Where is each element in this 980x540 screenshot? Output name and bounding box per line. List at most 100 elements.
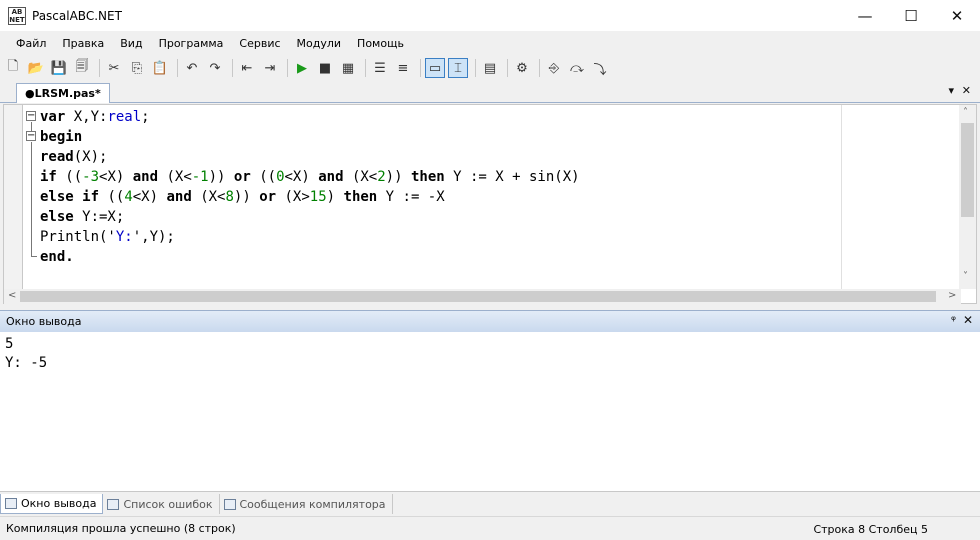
vertical-scrollbar[interactable]: ˄ ˅ (959, 105, 976, 289)
paste-icon[interactable]: 📋 (150, 58, 170, 78)
code-token: 0 (276, 169, 285, 185)
stop-icon[interactable]: ■ (315, 58, 335, 78)
comment-icon[interactable]: ☰ (370, 58, 390, 78)
code-token: Y := X + sin(X) (444, 169, 580, 185)
code-token: (X); (73, 149, 108, 165)
code-token: (( (99, 189, 125, 205)
tab-label: Список ошибок (123, 497, 213, 511)
toolbar-separator (177, 59, 178, 77)
debug-start-icon[interactable]: ⎆ (544, 58, 564, 78)
fold-toggle-icon[interactable]: − (26, 111, 36, 121)
compile-icon[interactable]: ▦ (338, 58, 358, 78)
new-file-icon[interactable]: 🗋 (3, 58, 23, 78)
tab-label: Сообщения компилятора (239, 497, 386, 511)
toolbar-separator (507, 59, 508, 77)
navigate-back-icon[interactable]: ⇤ (237, 58, 257, 78)
fold-toggle-icon[interactable]: − (26, 131, 36, 141)
open-folder-icon[interactable]: 📂 (26, 58, 46, 78)
code-token: real (107, 109, 142, 125)
menu-view[interactable]: Вид (112, 37, 150, 50)
toolbar-separator (232, 59, 233, 77)
horizontal-scrollbar[interactable]: < > (4, 289, 961, 304)
menu-file[interactable]: Файл (8, 37, 54, 50)
vertical-scroll-thumb[interactable] (961, 123, 974, 217)
cut-icon[interactable]: ✂ (104, 58, 124, 78)
code-token: <X) (284, 169, 319, 185)
code-token: X,Y: (73, 109, 108, 125)
horizontal-scroll-thumb[interactable] (20, 291, 936, 302)
menu-service[interactable]: Сервис (231, 37, 288, 50)
step-over-icon[interactable]: ⤼ (567, 58, 587, 78)
close-document-icon[interactable]: ✕ (962, 84, 971, 97)
scroll-down-icon[interactable]: ˅ (963, 271, 968, 282)
menu-edit[interactable]: Правка (54, 37, 112, 50)
code-token: (( (56, 169, 83, 185)
copy-icon[interactable]: ⎘ (127, 58, 147, 78)
code-line: read(X); (40, 147, 580, 167)
menu-modules[interactable]: Модули (289, 37, 350, 50)
menu-help[interactable]: Помощь (349, 37, 412, 50)
code-token: and (132, 169, 159, 185)
code-token: (X< (191, 189, 226, 205)
uncomment-icon[interactable]: ≡ (393, 58, 413, 78)
maximize-button[interactable]: ☐ (888, 0, 934, 31)
app-icon: AB NET (8, 6, 26, 25)
tab-error-list[interactable]: Список ошибок (103, 494, 220, 514)
code-token: Y:=X; (73, 209, 125, 225)
code-token: Y := -X (377, 189, 445, 205)
document-tab-strip: ●LRSM.pas* ▾ ✕ (0, 81, 980, 103)
output-window-icon (5, 498, 17, 509)
run-icon[interactable]: ▶ (292, 58, 312, 78)
code-line: else Y:=X; (40, 207, 580, 227)
scroll-up-icon[interactable]: ˄ (963, 107, 968, 118)
output-window-icon[interactable]: ▭ (425, 58, 445, 78)
code-token: Y: (115, 229, 133, 245)
fold-connector (31, 122, 32, 131)
pin-icon[interactable]: ᵠ (951, 313, 956, 327)
code-token: (X< (158, 169, 192, 185)
code-line: Println('Y:',Y); (40, 227, 580, 247)
scroll-right-icon[interactable]: > (948, 290, 956, 301)
tab-output-window[interactable]: Окно вывода (0, 494, 104, 514)
code-token: begin (40, 129, 83, 145)
settings-icon[interactable]: ⚙ (512, 58, 532, 78)
close-button[interactable]: ✕ (934, 0, 980, 31)
tab-lrsm-pas[interactable]: ●LRSM.pas* (16, 83, 110, 103)
output-panel-header: Окно вывода (0, 310, 980, 332)
status-bar: Компиляция прошла успешно (8 строк) Стро… (0, 516, 980, 540)
toolbar-separator (420, 59, 421, 77)
tab-list-dropdown-icon[interactable]: ▾ (948, 84, 954, 97)
redo-icon[interactable]: ↷ (205, 58, 225, 78)
status-message: Компиляция прошла успешно (8 строк) (6, 522, 236, 535)
form-designer-icon[interactable]: ▤ (480, 58, 500, 78)
input-window-icon[interactable]: ⌶ (448, 58, 468, 78)
undo-icon[interactable]: ↶ (182, 58, 202, 78)
toolbar: 🗋 📂 💾 🗐 ✂ ⎘ 📋 ↶ ↷ ⇤ ⇥ ▶ ■ ▦ ☰ ≡ ▭ ⌶ ▤ ⚙ ⎆ ⤼ ⤵ (0, 55, 980, 81)
toolbar-separator (539, 59, 540, 77)
window-title: PascalABC.NET (32, 8, 122, 23)
code-token: 8 (225, 189, 234, 205)
scroll-left-icon[interactable]: < (8, 290, 16, 301)
step-into-icon[interactable]: ⤵ (590, 58, 610, 78)
code-text[interactable]: var X,Y:real; begin read(X); if ((-3<X) and… (40, 107, 580, 267)
code-token: then (343, 189, 378, 205)
save-all-icon[interactable]: 🗐 (72, 58, 92, 78)
minimize-button[interactable]: — (842, 0, 888, 31)
code-token: ',Y); (132, 229, 175, 245)
toolbar-separator (365, 59, 366, 77)
menu-program[interactable]: Программа (151, 37, 232, 50)
code-line: begin (40, 127, 580, 147)
code-editor[interactable]: − − var X,Y:real; begin read(X); if ((-3<X)… (3, 104, 977, 304)
code-token: and (166, 189, 192, 205)
tab-compiler-messages[interactable]: Сообщения компилятора (220, 494, 393, 514)
cursor-position: Строка 8 Столбец 5 (813, 523, 928, 536)
code-token: 2 (377, 169, 386, 185)
close-output-icon[interactable]: ✕ (963, 313, 973, 327)
code-token: var (40, 109, 74, 125)
code-line: if ((-3<X) and (X<-1)) or ((0<X) and (X<… (40, 167, 580, 187)
error-list-icon (107, 498, 120, 510)
navigate-forward-icon[interactable]: ⇥ (260, 58, 280, 78)
code-token: )) (385, 169, 411, 185)
output-window[interactable]: 5 Y: -5 (0, 332, 980, 492)
save-icon[interactable]: 💾 (49, 58, 69, 78)
